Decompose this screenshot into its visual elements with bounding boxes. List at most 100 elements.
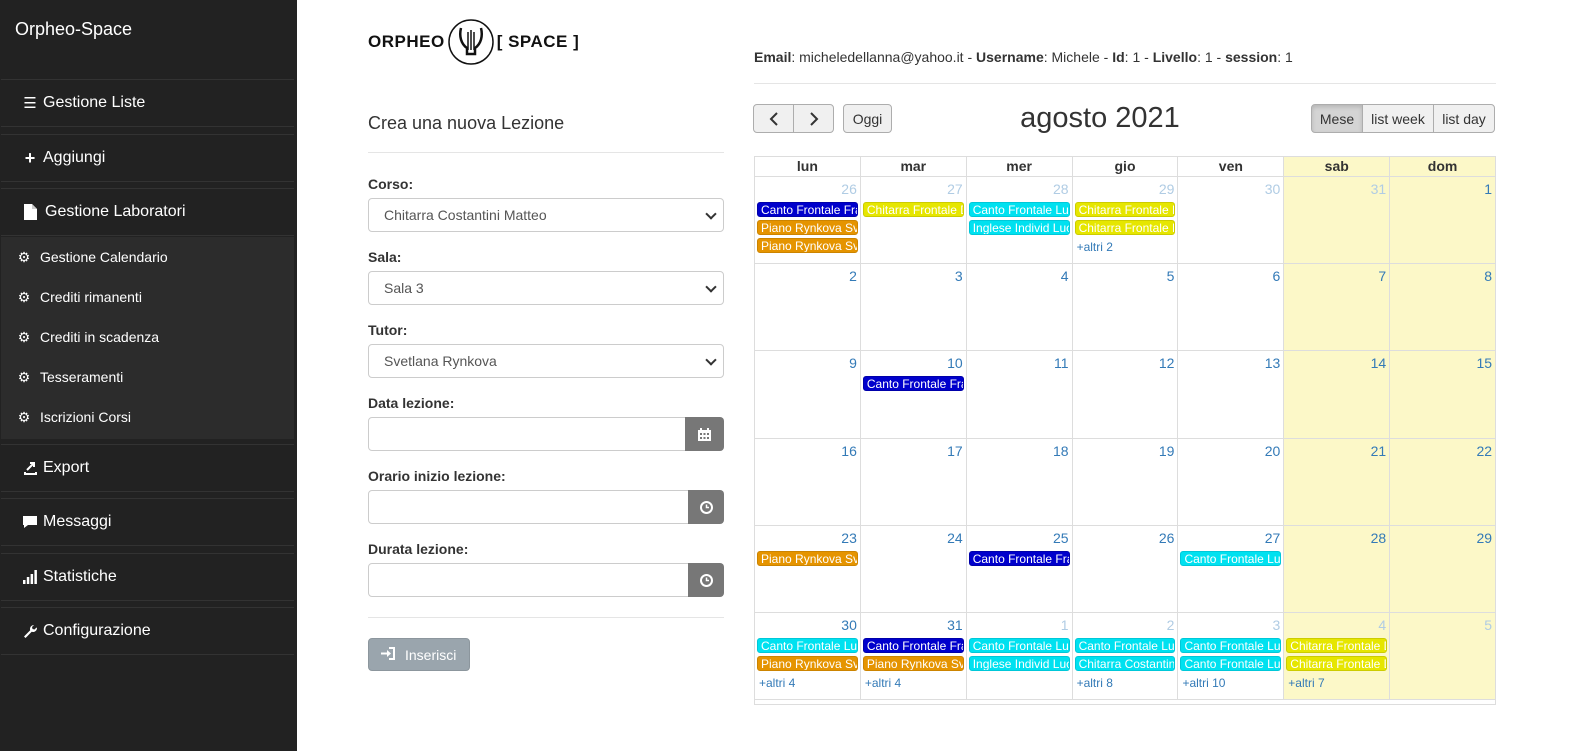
calendar-event[interactable]: Canto Frontale Luc (1180, 550, 1282, 566)
calendar-event[interactable]: Piano Rynkova Svi (757, 550, 858, 566)
more-events-link[interactable]: +altri 4 (865, 676, 901, 690)
calendar-day-cell[interactable]: 4 (966, 264, 1073, 352)
calendar-day-cell[interactable]: 4 Chitarra Frontale D Chitarra Frontale D +… (1284, 613, 1391, 701)
calendar-event[interactable]: Canto Frontale Fra (968, 550, 1070, 566)
calendar-day-cell[interactable]: 14 (1284, 351, 1391, 439)
calendar-event[interactable]: Canto Frontale Luc (1180, 638, 1282, 653)
calendar-day-cell[interactable]: 29 Chitarra Frontale D Chitarra Frontale D… (1072, 177, 1179, 265)
calendar-day-cell[interactable]: 11 (966, 351, 1073, 439)
calendar-day-cell[interactable]: 26 (1072, 525, 1179, 613)
day-number[interactable]: 28 (1053, 181, 1069, 197)
view-list-week-button[interactable]: list week (1362, 104, 1434, 133)
day-number[interactable]: 22 (1476, 443, 1492, 459)
calendar-day-cell[interactable]: 3 Canto Frontale Luc Canto Frontale Luc +al… (1178, 613, 1285, 701)
subitem-tesseramenti[interactable]: ⚙ Tesseramenti (1, 357, 294, 397)
calendar-event[interactable]: Piano Rynkova Svi (862, 656, 964, 671)
day-number[interactable]: 10 (947, 355, 963, 371)
calendar-day-cell[interactable]: 9 (755, 351, 861, 439)
subitem-iscrizioni-corsi[interactable]: ⚙ Iscrizioni Corsi (1, 397, 294, 437)
calendar-event[interactable]: Canto Frontale Luc (968, 638, 1070, 653)
durata-input[interactable] (368, 563, 689, 597)
day-number[interactable]: 18 (1053, 443, 1069, 459)
calendar-day-cell[interactable]: 23 Piano Rynkova Svi (755, 525, 861, 613)
calendar-day-cell[interactable]: 10 Canto Frontale Fra (860, 351, 967, 439)
subitem-crediti-in-scadenza[interactable]: ⚙ Crediti in scadenza (1, 317, 294, 357)
calendar-day-cell[interactable]: 13 (1178, 351, 1285, 439)
calendar-day-cell[interactable]: 28 Canto Frontale Luc Inglese Individ Luc (966, 177, 1073, 265)
calendar-event[interactable]: Piano Rynkova Svi (757, 220, 858, 235)
subitem-gestione-calendario[interactable]: ⚙ Gestione Calendario (1, 237, 294, 277)
calendar-day-cell[interactable]: 26 Canto Frontale Fra Piano Rynkova Svi Pia… (755, 177, 861, 265)
calendar-day-cell[interactable]: 21 (1284, 438, 1391, 526)
sidebar-item-messaggi[interactable]: Messaggi (1, 498, 294, 546)
day-number[interactable]: 21 (1371, 443, 1387, 459)
calendar-event[interactable]: Piano Rynkova Svi (757, 656, 858, 671)
view-list-day-button[interactable]: list day (1433, 104, 1495, 133)
calendar-day-cell[interactable]: 5 (1072, 264, 1179, 352)
calendar-day-cell[interactable]: 19 (1072, 438, 1179, 526)
day-number[interactable]: 17 (947, 443, 963, 459)
calendar-event[interactable]: Canto Frontale Luc (757, 638, 858, 653)
calendar-day-cell[interactable]: 29 (1390, 525, 1497, 613)
day-number[interactable]: 30 (1265, 181, 1281, 197)
subitem-crediti-rimanenti[interactable]: ⚙ Crediti rimanenti (1, 277, 294, 317)
calendar-day-cell[interactable]: 1 Canto Frontale Luc Inglese Individ Luc (966, 613, 1073, 701)
day-number[interactable]: 15 (1476, 355, 1492, 371)
calendar-day-cell[interactable]: 2 (755, 264, 861, 352)
day-number[interactable]: 4 (1378, 617, 1386, 633)
calendar-day-cell[interactable]: 24 (860, 525, 967, 613)
more-events-link[interactable]: +altri 7 (1288, 676, 1324, 690)
day-number[interactable]: 14 (1371, 355, 1387, 371)
day-number[interactable]: 30 (841, 617, 857, 633)
calendar-day-cell[interactable]: 28 (1284, 525, 1391, 613)
calendar-event[interactable]: Canto Frontale Luc (968, 202, 1070, 217)
next-month-button[interactable] (793, 104, 834, 133)
inserisci-button[interactable]: Inserisci (368, 638, 470, 671)
sidebar-item-gestione-liste[interactable]: ☰ Gestione Liste (1, 79, 294, 127)
day-number[interactable]: 31 (947, 617, 963, 633)
sala-select[interactable]: Sala 3 (368, 271, 724, 305)
day-number[interactable]: 16 (841, 443, 857, 459)
day-number[interactable]: 29 (1476, 530, 1492, 546)
day-number[interactable]: 20 (1265, 443, 1281, 459)
day-number[interactable]: 19 (1159, 443, 1175, 459)
calendar-event[interactable]: Chitarra Frontale D (1074, 220, 1176, 235)
calendar-event[interactable]: Piano Rynkova Svi (757, 238, 858, 253)
calendar-day-cell[interactable]: 27 Canto Frontale Luc (1178, 525, 1285, 613)
day-number[interactable]: 2 (849, 268, 857, 284)
more-events-link[interactable]: +altri 10 (1182, 676, 1225, 690)
calendar-day-cell[interactable]: 8 (1390, 264, 1497, 352)
calendar-day-cell[interactable]: 2 Canto Frontale Luc Chitarra Costantini +a… (1072, 613, 1179, 701)
prev-month-button[interactable] (753, 104, 794, 133)
calendar-event[interactable]: Canto Frontale Luc (1180, 656, 1282, 671)
calendar-day-cell[interactable]: 6 (1178, 264, 1285, 352)
calendar-event[interactable]: Canto Frontale Fra (757, 202, 858, 217)
day-number[interactable]: 25 (1053, 530, 1069, 546)
day-number[interactable]: 8 (1484, 268, 1492, 284)
day-number[interactable]: 2 (1167, 617, 1175, 633)
day-number[interactable]: 5 (1484, 617, 1492, 633)
more-events-link[interactable]: +altri 4 (759, 676, 795, 690)
calendar-day-cell[interactable]: 12 (1072, 351, 1179, 439)
calendar-day-cell[interactable]: 15 (1390, 351, 1497, 439)
data-lezione-input[interactable] (368, 417, 686, 451)
day-number[interactable]: 29 (1159, 181, 1175, 197)
more-events-link[interactable]: +altri 8 (1077, 676, 1113, 690)
calendar-event[interactable]: Chitarra Frontale D (1074, 202, 1176, 217)
day-number[interactable]: 5 (1167, 268, 1175, 284)
calendar-event[interactable]: Chitarra Frontale D (1286, 638, 1388, 653)
calendar-day-cell[interactable]: 7 (1284, 264, 1391, 352)
calendar-event[interactable]: Chitarra Costantini (1074, 656, 1176, 671)
day-number[interactable]: 11 (1054, 355, 1069, 371)
day-number[interactable]: 7 (1378, 268, 1386, 284)
orario-clock-button[interactable] (688, 490, 724, 524)
day-number[interactable]: 12 (1159, 355, 1175, 371)
calendar-day-cell[interactable]: 25 Canto Frontale Fra (966, 525, 1073, 613)
day-number[interactable]: 23 (841, 530, 857, 546)
sidebar-item-aggiungi[interactable]: + Aggiungi (1, 134, 294, 182)
day-number[interactable]: 27 (947, 181, 963, 197)
day-number[interactable]: 9 (849, 355, 857, 371)
calendar-event[interactable]: Inglese Individ Luc (968, 656, 1070, 671)
day-number[interactable]: 3 (955, 268, 963, 284)
day-number[interactable]: 1 (1484, 181, 1492, 197)
